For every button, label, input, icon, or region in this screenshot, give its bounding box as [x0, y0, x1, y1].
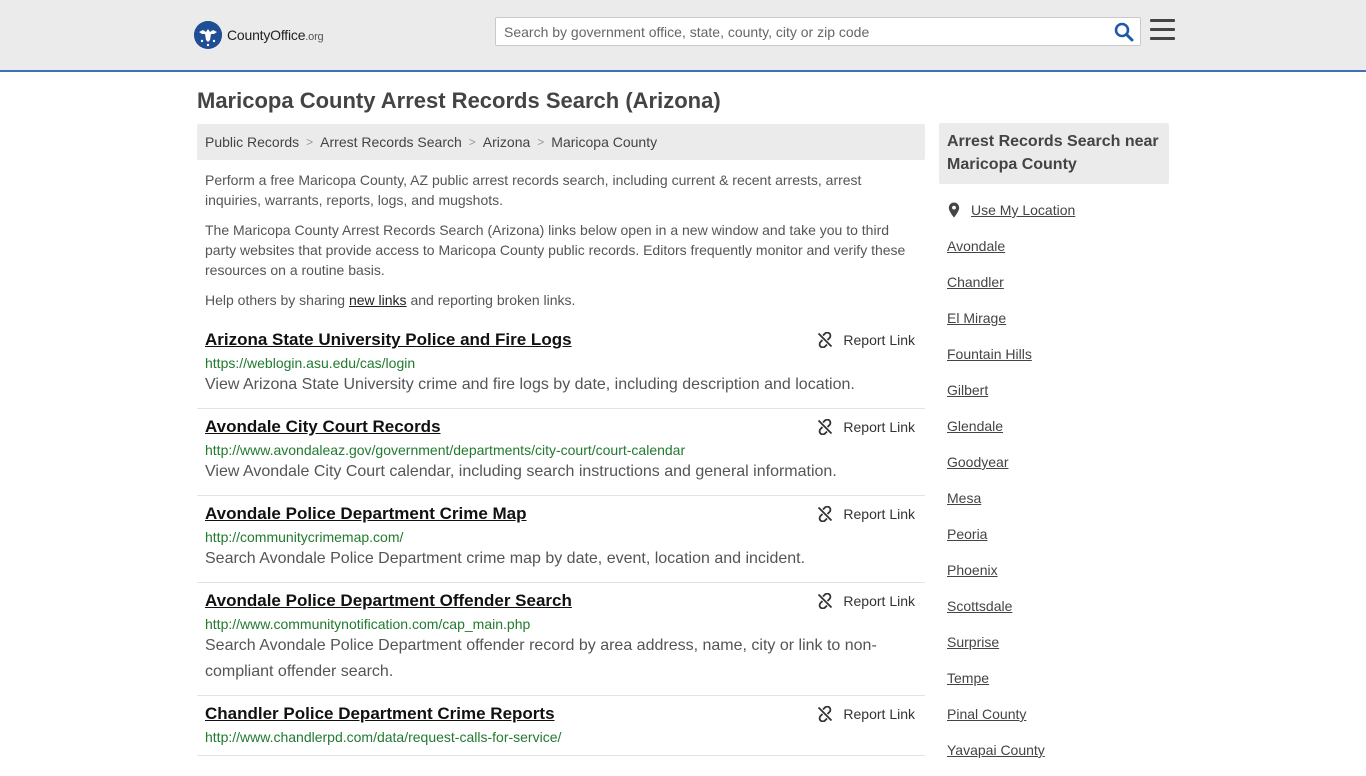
result-url: http://communitycrimemap.com/: [205, 529, 404, 545]
logo-text-office: Office: [270, 27, 306, 43]
result-description: View Arizona State University crime and …: [205, 376, 855, 393]
sidebar-link-phoenix[interactable]: Phoenix: [947, 560, 1167, 596]
result-description: Search Avondale Police Department offend…: [205, 637, 877, 680]
intro-help-text-end: and reporting broken links.: [406, 292, 576, 308]
result-item: Chandler Police Department Crime Reports…: [197, 696, 925, 756]
use-my-location-link[interactable]: Use My Location: [971, 202, 1075, 218]
result-item: Arizona State University Police and Fire…: [197, 322, 925, 409]
sidebar-link-surprise[interactable]: Surprise: [947, 632, 1167, 668]
intro-help-text: Help others by sharing: [205, 292, 349, 308]
result-item: Avondale Police Department Offender Sear…: [197, 583, 925, 696]
sidebar-links: Avondale Chandler El Mirage Fountain Hil…: [947, 236, 1167, 776]
sidebar-heading: Arrest Records Search near Maricopa Coun…: [939, 123, 1169, 184]
intro-paragraph-3: Help others by sharing new links and rep…: [205, 290, 917, 310]
report-link-label: Report Link: [843, 593, 915, 609]
broken-link-icon: [818, 419, 833, 435]
sidebar-link-tempe[interactable]: Tempe: [947, 668, 1167, 704]
sidebar-link-yavapai-county[interactable]: Yavapai County: [947, 740, 1167, 776]
intro-text: Perform a free Maricopa County, AZ publi…: [205, 170, 917, 320]
page-title: Maricopa County Arrest Records Search (A…: [197, 88, 721, 113]
logo-emblem-icon: [194, 21, 222, 49]
result-url: http://www.avondaleaz.gov/government/dep…: [205, 442, 686, 458]
breadcrumb-maricopa-county[interactable]: Maricopa County: [551, 134, 657, 150]
use-my-location[interactable]: Use My Location: [947, 200, 1167, 220]
search-box: [495, 17, 1141, 46]
sidebar-link-fountain-hills[interactable]: Fountain Hills: [947, 344, 1167, 380]
report-link-button[interactable]: Report Link: [817, 593, 915, 609]
report-link-label: Report Link: [843, 419, 915, 435]
breadcrumb: Public Records > Arrest Records Search >…: [197, 124, 925, 160]
sidebar-link-scottsdale[interactable]: Scottsdale: [947, 596, 1167, 632]
report-link-button[interactable]: Report Link: [817, 506, 915, 522]
report-link-button[interactable]: Report Link: [817, 332, 915, 348]
sidebar-link-el-mirage[interactable]: El Mirage: [947, 308, 1167, 344]
sidebar-link-goodyear[interactable]: Goodyear: [947, 452, 1167, 488]
broken-link-icon: [818, 506, 833, 522]
logo-text: CountyOffice.org: [227, 27, 324, 43]
broken-link-icon: [818, 706, 833, 722]
search-icon[interactable]: [1114, 22, 1134, 42]
logo-text-main: County: [227, 27, 271, 43]
sidebar-link-glendale[interactable]: Glendale: [947, 416, 1167, 452]
result-description: Search Avondale Police Department crime …: [205, 550, 806, 567]
sidebar-nearby-list: Use My Location Avondale Chandler El Mir…: [947, 200, 1167, 776]
map-marker-icon: [948, 202, 960, 218]
result-title-link[interactable]: Arizona State University Police and Fire…: [205, 330, 572, 350]
breadcrumb-separator-icon: >: [468, 135, 476, 149]
sidebar-link-peoria[interactable]: Peoria: [947, 524, 1167, 560]
site-header: CountyOffice.org: [0, 0, 1366, 72]
new-links-link[interactable]: new links: [349, 292, 407, 308]
result-title-link[interactable]: Avondale City Court Records: [205, 417, 441, 437]
breadcrumb-public-records[interactable]: Public Records: [205, 134, 299, 150]
result-description: View Avondale City Court calendar, inclu…: [205, 463, 837, 480]
logo-text-org: .org: [305, 31, 324, 43]
sidebar-link-avondale[interactable]: Avondale: [947, 236, 1167, 272]
result-url: http://www.communitynotification.com/cap…: [205, 616, 531, 632]
search-input[interactable]: [496, 18, 1106, 45]
result-item: Avondale Police Department Crime Map Rep…: [197, 496, 925, 583]
report-link-label: Report Link: [843, 332, 915, 348]
sidebar-link-mesa[interactable]: Mesa: [947, 488, 1167, 524]
result-item: Avondale City Court Records Report Link …: [197, 409, 925, 496]
hamburger-menu-icon[interactable]: [1150, 19, 1175, 41]
breadcrumb-arizona[interactable]: Arizona: [483, 134, 530, 150]
breadcrumb-separator-icon: >: [306, 135, 314, 149]
report-link-label: Report Link: [843, 706, 915, 722]
result-title-link[interactable]: Avondale Police Department Crime Map: [205, 504, 527, 524]
report-link-label: Report Link: [843, 506, 915, 522]
result-title-link[interactable]: Avondale Police Department Offender Sear…: [205, 591, 572, 611]
intro-paragraph-1: Perform a free Maricopa County, AZ publi…: [205, 172, 862, 208]
report-link-button[interactable]: Report Link: [817, 419, 915, 435]
broken-link-icon: [818, 593, 833, 609]
sidebar-link-pinal-county[interactable]: Pinal County: [947, 704, 1167, 740]
report-link-button[interactable]: Report Link: [817, 706, 915, 722]
sidebar-link-chandler[interactable]: Chandler: [947, 272, 1167, 308]
site-logo[interactable]: CountyOffice.org: [194, 20, 324, 50]
result-title-link[interactable]: Chandler Police Department Crime Reports: [205, 704, 555, 724]
intro-paragraph-2: The Maricopa County Arrest Records Searc…: [205, 222, 906, 278]
sidebar-link-gilbert[interactable]: Gilbert: [947, 380, 1167, 416]
result-url: http://www.chandlerpd.com/data/request-c…: [205, 729, 562, 745]
result-url: https://weblogin.asu.edu/cas/login: [205, 355, 416, 371]
breadcrumb-arrest-records-search[interactable]: Arrest Records Search: [320, 134, 462, 150]
broken-link-icon: [818, 332, 833, 348]
results-list: Arizona State University Police and Fire…: [197, 322, 925, 756]
breadcrumb-separator-icon: >: [537, 135, 545, 149]
